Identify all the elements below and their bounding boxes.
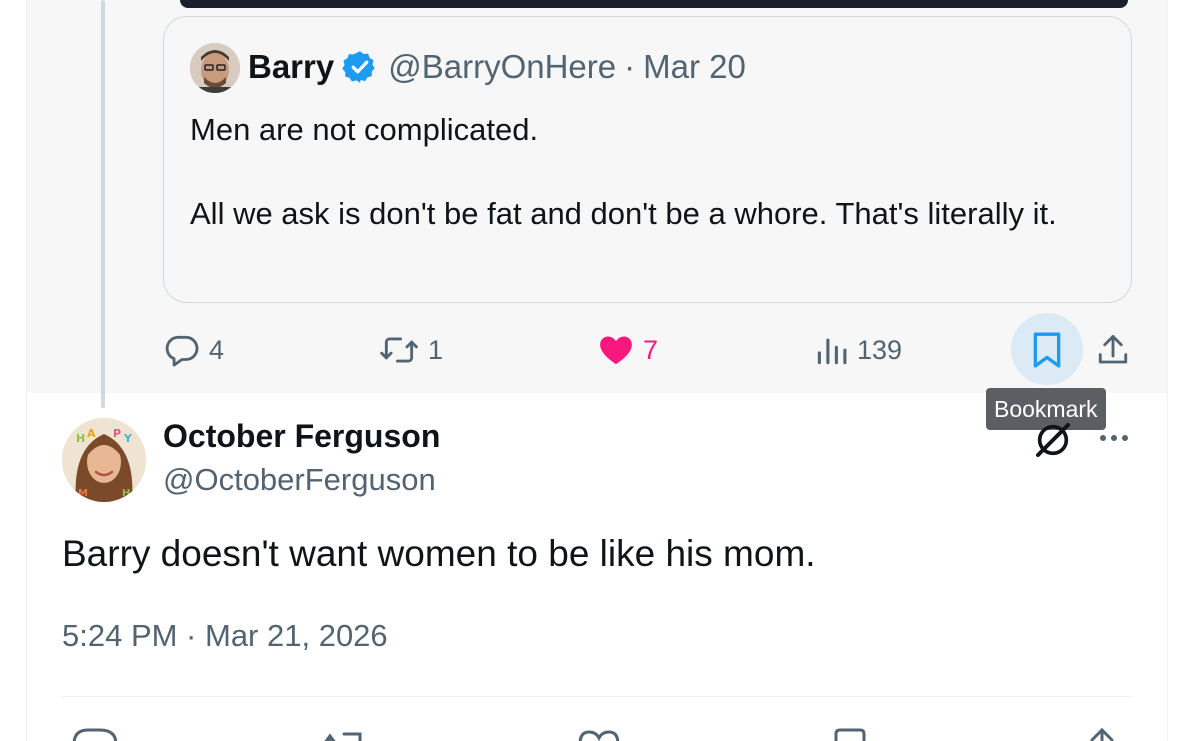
- svg-text:Y: Y: [123, 432, 133, 445]
- quoted-text-line-1: Men are not complicated.: [190, 112, 539, 147]
- tweet-timestamp[interactable]: 5:24 PM · Mar 21, 2026: [62, 618, 388, 654]
- reply-count: 4: [209, 334, 225, 365]
- svg-text:A: A: [87, 427, 96, 440]
- author-avatar[interactable]: H A P Y M H: [62, 418, 146, 502]
- svg-text:H: H: [76, 432, 85, 445]
- reply-icon: [165, 335, 199, 367]
- quoted-tweet-date[interactable]: Mar 20: [643, 48, 746, 86]
- like-count: 7: [643, 334, 659, 365]
- reply-button[interactable]: 4: [163, 328, 224, 372]
- more-icon[interactable]: [1097, 428, 1131, 448]
- repost-button[interactable]: 1: [378, 328, 443, 372]
- bookmark-button[interactable]: [1029, 328, 1065, 372]
- verified-badge-icon: [342, 51, 375, 83]
- quoted-tweet-text: Men are not complicated. All we ask is d…: [190, 109, 1110, 235]
- views-icon: [817, 338, 847, 365]
- tweet-divider: [62, 696, 1133, 697]
- thread-connector-line: [101, 0, 105, 408]
- repost-count: 1: [428, 334, 444, 365]
- bottom-like-icon[interactable]: [574, 724, 624, 741]
- share-button[interactable]: [1095, 328, 1131, 372]
- tweet-text: Barry doesn't want women to be like his …: [62, 533, 816, 574]
- views-button[interactable]: 139: [815, 328, 902, 372]
- views-count: 139: [857, 334, 903, 365]
- bottom-bookmark-icon[interactable]: [830, 724, 870, 741]
- bottom-repost-icon[interactable]: [318, 724, 368, 741]
- bottom-share-icon[interactable]: [1082, 724, 1122, 741]
- quoted-author-name[interactable]: Barry: [248, 48, 334, 86]
- svg-text:P: P: [113, 427, 121, 440]
- share-icon: [1098, 335, 1128, 364]
- quoted-text-line-2: All we ask is don't be fat and don't be …: [190, 196, 1057, 231]
- quoted-tweet-card[interactable]: Barry @BarryOnHere · Mar 20 Men are not …: [163, 16, 1132, 303]
- bookmark-icon: [1033, 332, 1061, 368]
- tweet-media-edge[interactable]: [180, 0, 1128, 8]
- header-separator: ·: [624, 48, 636, 85]
- bottom-reply-icon[interactable]: [70, 724, 120, 741]
- quoted-author-handle[interactable]: @BarryOnHere: [388, 48, 616, 86]
- column-border-right: [1167, 0, 1168, 741]
- author-handle[interactable]: @OctoberFerguson: [163, 462, 436, 498]
- grok-icon[interactable]: [1033, 420, 1073, 460]
- like-button[interactable]: 7: [597, 328, 658, 372]
- quoted-author-avatar[interactable]: [190, 43, 240, 93]
- author-name[interactable]: October Ferguson: [163, 418, 440, 455]
- quoted-tweet-header: Barry @BarryOnHere · Mar 20: [248, 47, 746, 87]
- repost-icon: [380, 337, 418, 363]
- svg-text:H: H: [122, 488, 130, 499]
- svg-text:M: M: [78, 488, 88, 499]
- heart-icon: [600, 336, 632, 365]
